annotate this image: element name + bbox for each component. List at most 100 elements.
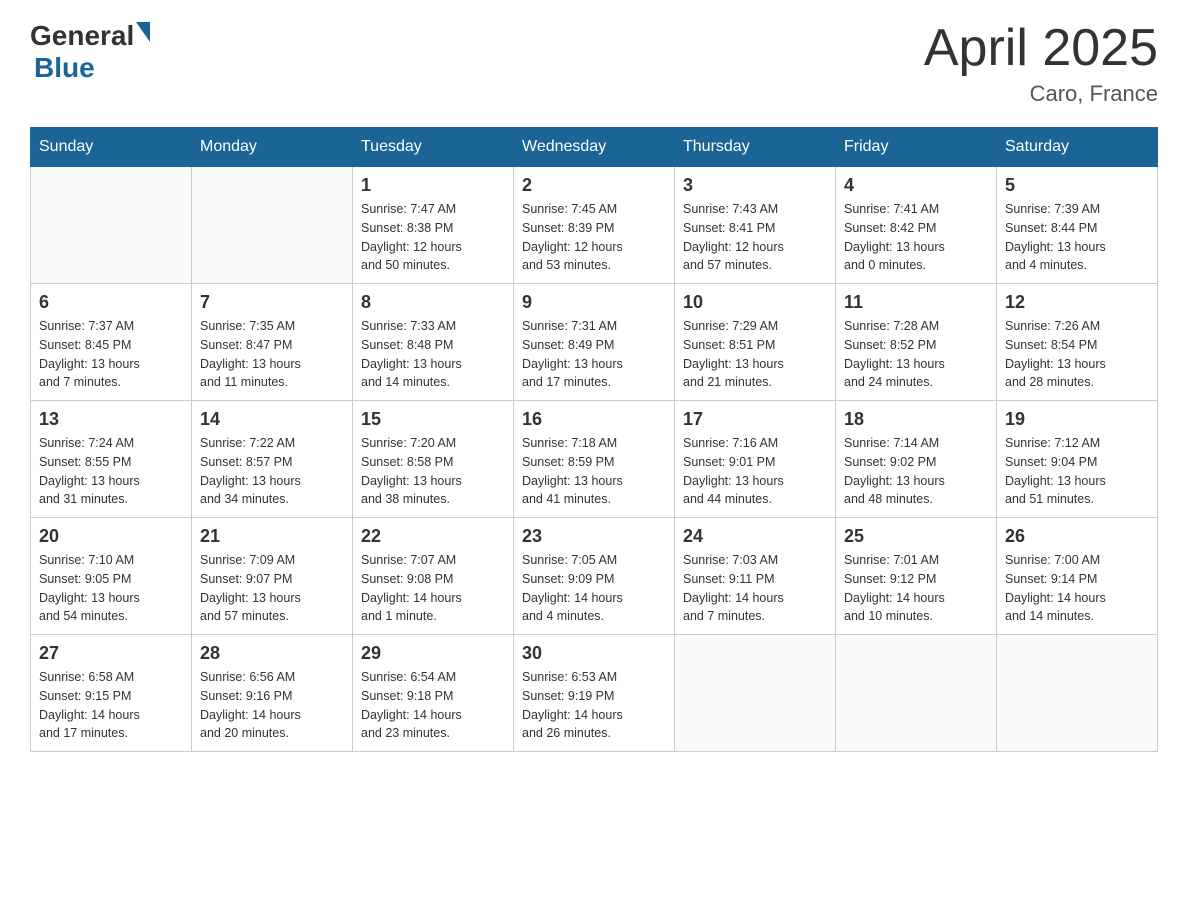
logo-blue-text: Blue: [34, 52, 95, 84]
week-row-3: 13 Sunrise: 7:24 AM Sunset: 8:55 PM Dayli…: [31, 401, 1158, 518]
calendar-cell: 9 Sunrise: 7:31 AM Sunset: 8:49 PM Daylig…: [514, 284, 675, 401]
calendar-cell: 26 Sunrise: 7:00 AM Sunset: 9:14 PM Dayli…: [997, 518, 1158, 635]
calendar-cell: 24Sunrise: 7:03 AM Sunset: 9:11 PM Dayli…: [675, 518, 836, 635]
day-info: Sunrise: 7:18 AM Sunset: 8:59 PM Dayligh…: [522, 434, 666, 509]
day-info: Sunrise: 6:58 AM Sunset: 9:15 PM Dayligh…: [39, 668, 183, 743]
day-info: Sunrise: 7:12 AM Sunset: 9:04 PM Dayligh…: [1005, 434, 1149, 509]
day-number: 14: [200, 409, 344, 430]
day-info: Sunrise: 7:31 AM Sunset: 8:49 PM Dayligh…: [522, 317, 666, 392]
logo-triangle-icon: [136, 22, 150, 42]
day-header-sunday: Sunday: [31, 128, 192, 167]
day-info: Sunrise: 7:14 AM Sunset: 9:02 PM Dayligh…: [844, 434, 988, 509]
calendar-cell: [836, 635, 997, 752]
day-info: Sunrise: 7:07 AM Sunset: 9:08 PM Dayligh…: [361, 551, 505, 626]
calendar-cell: 14 Sunrise: 7:22 AM Sunset: 8:57 PM Dayli…: [192, 401, 353, 518]
calendar-cell: 2 Sunrise: 7:45 AM Sunset: 8:39 PM Daylig…: [514, 167, 675, 284]
day-number: 30: [522, 643, 666, 664]
day-number: 29: [361, 643, 505, 664]
day-number: 24: [683, 526, 827, 547]
calendar-cell: 6 Sunrise: 7:37 AM Sunset: 8:45 PM Daylig…: [31, 284, 192, 401]
calendar-cell: 10 Sunrise: 7:29 AM Sunset: 8:51 PM Dayli…: [675, 284, 836, 401]
calendar-cell: 30 Sunrise: 6:53 AM Sunset: 9:19 PM Dayli…: [514, 635, 675, 752]
day-info: Sunrise: 7:29 AM Sunset: 8:51 PM Dayligh…: [683, 317, 827, 392]
day-info: Sunrise: 7:41 AM Sunset: 8:42 PM Dayligh…: [844, 200, 988, 275]
calendar-cell: 25Sunrise: 7:01 AM Sunset: 9:12 PM Dayli…: [836, 518, 997, 635]
day-number: 7: [200, 292, 344, 313]
calendar-cell: 22 Sunrise: 7:07 AM Sunset: 9:08 PM Dayli…: [353, 518, 514, 635]
day-number: 3: [683, 175, 827, 196]
calendar-cell: 27 Sunrise: 6:58 AM Sunset: 9:15 PM Dayli…: [31, 635, 192, 752]
location-label: Caro, France: [924, 81, 1158, 107]
day-info: Sunrise: 7:45 AM Sunset: 8:39 PM Dayligh…: [522, 200, 666, 275]
day-number: 28: [200, 643, 344, 664]
day-number: 16: [522, 409, 666, 430]
day-number: 11: [844, 292, 988, 313]
day-number: 17: [683, 409, 827, 430]
logo: General Blue: [30, 20, 150, 84]
day-number: 23: [522, 526, 666, 547]
day-info: Sunrise: 7:00 AM Sunset: 9:14 PM Dayligh…: [1005, 551, 1149, 626]
day-info: Sunrise: 6:54 AM Sunset: 9:18 PM Dayligh…: [361, 668, 505, 743]
week-row-4: 20Sunrise: 7:10 AM Sunset: 9:05 PM Dayli…: [31, 518, 1158, 635]
calendar-cell: 13 Sunrise: 7:24 AM Sunset: 8:55 PM Dayli…: [31, 401, 192, 518]
calendar-cell: 3 Sunrise: 7:43 AM Sunset: 8:41 PM Daylig…: [675, 167, 836, 284]
day-info: Sunrise: 7:10 AM Sunset: 9:05 PM Dayligh…: [39, 551, 183, 626]
day-number: 8: [361, 292, 505, 313]
calendar-cell: 21Sunrise: 7:09 AM Sunset: 9:07 PM Dayli…: [192, 518, 353, 635]
day-header-friday: Friday: [836, 128, 997, 167]
calendar-cell: 17Sunrise: 7:16 AM Sunset: 9:01 PM Dayli…: [675, 401, 836, 518]
day-number: 10: [683, 292, 827, 313]
calendar-cell: 18 Sunrise: 7:14 AM Sunset: 9:02 PM Dayli…: [836, 401, 997, 518]
day-info: Sunrise: 7:33 AM Sunset: 8:48 PM Dayligh…: [361, 317, 505, 392]
day-number: 1: [361, 175, 505, 196]
calendar-cell: 4 Sunrise: 7:41 AM Sunset: 8:42 PM Daylig…: [836, 167, 997, 284]
day-number: 9: [522, 292, 666, 313]
day-info: Sunrise: 7:20 AM Sunset: 8:58 PM Dayligh…: [361, 434, 505, 509]
calendar-cell: 23 Sunrise: 7:05 AM Sunset: 9:09 PM Dayli…: [514, 518, 675, 635]
day-number: 13: [39, 409, 183, 430]
calendar-cell: [31, 167, 192, 284]
day-info: Sunrise: 6:56 AM Sunset: 9:16 PM Dayligh…: [200, 668, 344, 743]
day-number: 12: [1005, 292, 1149, 313]
week-row-2: 6 Sunrise: 7:37 AM Sunset: 8:45 PM Daylig…: [31, 284, 1158, 401]
calendar-table: SundayMondayTuesdayWednesdayThursdayFrid…: [30, 127, 1158, 752]
day-header-saturday: Saturday: [997, 128, 1158, 167]
day-number: 26: [1005, 526, 1149, 547]
day-number: 21: [200, 526, 344, 547]
calendar-cell: 12Sunrise: 7:26 AM Sunset: 8:54 PM Dayli…: [997, 284, 1158, 401]
day-info: Sunrise: 7:05 AM Sunset: 9:09 PM Dayligh…: [522, 551, 666, 626]
day-info: Sunrise: 7:24 AM Sunset: 8:55 PM Dayligh…: [39, 434, 183, 509]
day-header-thursday: Thursday: [675, 128, 836, 167]
day-number: 22: [361, 526, 505, 547]
day-number: 2: [522, 175, 666, 196]
calendar-cell: 29 Sunrise: 6:54 AM Sunset: 9:18 PM Dayli…: [353, 635, 514, 752]
day-info: Sunrise: 7:01 AM Sunset: 9:12 PM Dayligh…: [844, 551, 988, 626]
week-row-5: 27 Sunrise: 6:58 AM Sunset: 9:15 PM Dayli…: [31, 635, 1158, 752]
day-info: Sunrise: 7:22 AM Sunset: 8:57 PM Dayligh…: [200, 434, 344, 509]
day-info: Sunrise: 7:28 AM Sunset: 8:52 PM Dayligh…: [844, 317, 988, 392]
day-number: 27: [39, 643, 183, 664]
day-info: Sunrise: 6:53 AM Sunset: 9:19 PM Dayligh…: [522, 668, 666, 743]
calendar-cell: 19Sunrise: 7:12 AM Sunset: 9:04 PM Dayli…: [997, 401, 1158, 518]
day-info: Sunrise: 7:39 AM Sunset: 8:44 PM Dayligh…: [1005, 200, 1149, 275]
calendar-cell: 28 Sunrise: 6:56 AM Sunset: 9:16 PM Dayli…: [192, 635, 353, 752]
month-title: April 2025: [924, 20, 1158, 77]
day-info: Sunrise: 7:37 AM Sunset: 8:45 PM Dayligh…: [39, 317, 183, 392]
day-header-monday: Monday: [192, 128, 353, 167]
day-number: 6: [39, 292, 183, 313]
calendar-cell: 11 Sunrise: 7:28 AM Sunset: 8:52 PM Dayli…: [836, 284, 997, 401]
day-number: 4: [844, 175, 988, 196]
day-number: 18: [844, 409, 988, 430]
calendar-cell: 15 Sunrise: 7:20 AM Sunset: 8:58 PM Dayli…: [353, 401, 514, 518]
calendar-cell: 5Sunrise: 7:39 AM Sunset: 8:44 PM Daylig…: [997, 167, 1158, 284]
page-header: General Blue April 2025 Caro, France: [30, 20, 1158, 107]
day-info: Sunrise: 7:47 AM Sunset: 8:38 PM Dayligh…: [361, 200, 505, 275]
day-info: Sunrise: 7:35 AM Sunset: 8:47 PM Dayligh…: [200, 317, 344, 392]
week-row-1: 1 Sunrise: 7:47 AM Sunset: 8:38 PM Daylig…: [31, 167, 1158, 284]
calendar-cell: [675, 635, 836, 752]
day-info: Sunrise: 7:43 AM Sunset: 8:41 PM Dayligh…: [683, 200, 827, 275]
day-number: 15: [361, 409, 505, 430]
calendar-cell: 20Sunrise: 7:10 AM Sunset: 9:05 PM Dayli…: [31, 518, 192, 635]
calendar-cell: 8 Sunrise: 7:33 AM Sunset: 8:48 PM Daylig…: [353, 284, 514, 401]
day-header-wednesday: Wednesday: [514, 128, 675, 167]
